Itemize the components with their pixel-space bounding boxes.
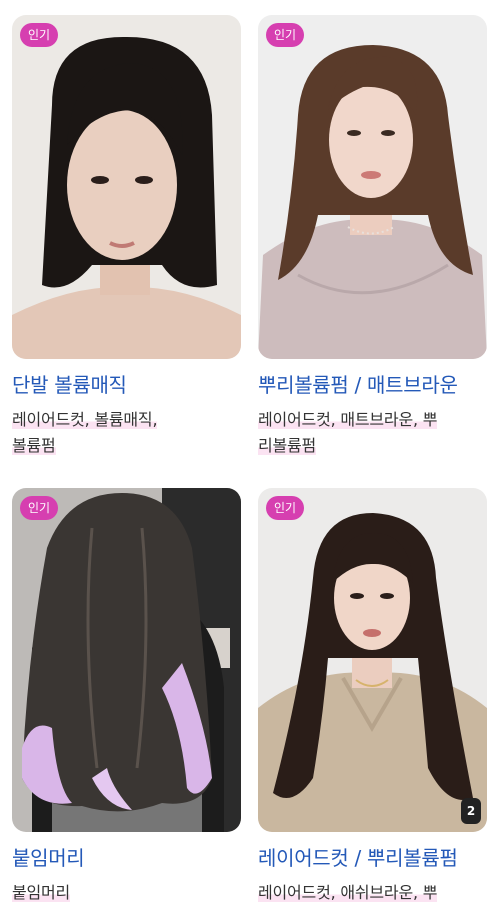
hairstyle-grid: 인기 단발 볼륨매직 레이어드컷, 볼륨매직, 볼륨펌 인기 뿌리볼륨펌 / 매… bbox=[0, 0, 489, 906]
photo-illustration bbox=[12, 15, 241, 359]
hairstyle-title[interactable]: 뿌리볼륨펌 / 매트브라운 bbox=[258, 371, 487, 399]
hairstyle-photo[interactable]: 인기 bbox=[12, 488, 241, 832]
tags-line: 레이어드컷, 매트브라운, 뿌 bbox=[258, 410, 438, 429]
popular-badge: 인기 bbox=[266, 496, 305, 520]
photo-illustration bbox=[12, 488, 241, 832]
tags-line: 붙임머리 bbox=[12, 883, 71, 902]
hairstyle-tags: 레이어드컷, 매트브라운, 뿌 리볼륨펌 bbox=[258, 407, 487, 459]
tags-line: 레이어드컷, 애쉬브라운, 뿌 bbox=[258, 883, 438, 902]
hairstyle-photo[interactable]: 인기 2 bbox=[258, 488, 487, 832]
hairstyle-title[interactable]: 레이어드컷 / 뿌리볼륨펌 bbox=[258, 844, 487, 872]
hairstyle-title[interactable]: 붙임머리 bbox=[12, 844, 241, 872]
photo-illustration bbox=[258, 15, 487, 359]
hairstyle-card[interactable]: 인기 2 레이어드컷 / 뿌리볼륨펌 레이어드컷, 애쉬브라운, 뿌 bbox=[258, 488, 487, 906]
hairstyle-card[interactable]: 인기 뿌리볼륨펌 / 매트브라운 레이어드컷, 매트브라운, 뿌 리볼륨펌 bbox=[258, 15, 487, 459]
hairstyle-tags: 레이어드컷, 애쉬브라운, 뿌 bbox=[258, 880, 487, 906]
hairstyle-tags: 레이어드컷, 볼륨매직, 볼륨펌 bbox=[12, 407, 241, 459]
hairstyle-card[interactable]: 인기 단발 볼륨매직 레이어드컷, 볼륨매직, 볼륨펌 bbox=[12, 15, 241, 459]
hairstyle-tags: 붙임머리 bbox=[12, 880, 241, 906]
tags-line: 레이어드컷, 볼륨매직, bbox=[12, 410, 158, 429]
tags-line: 리볼륨펌 bbox=[258, 436, 317, 455]
popular-badge: 인기 bbox=[266, 23, 305, 47]
hairstyle-title[interactable]: 단발 볼륨매직 bbox=[12, 371, 241, 399]
hairstyle-photo[interactable]: 인기 bbox=[12, 15, 241, 359]
tags-line: 볼륨펌 bbox=[12, 436, 56, 455]
hairstyle-card[interactable]: 인기 붙임머리 붙임머리 bbox=[12, 488, 241, 906]
popular-badge: 인기 bbox=[20, 496, 59, 520]
hairstyle-photo[interactable]: 인기 bbox=[258, 15, 487, 359]
popular-badge: 인기 bbox=[20, 23, 59, 47]
image-count-badge: 2 bbox=[461, 798, 481, 824]
photo-illustration bbox=[258, 488, 487, 832]
